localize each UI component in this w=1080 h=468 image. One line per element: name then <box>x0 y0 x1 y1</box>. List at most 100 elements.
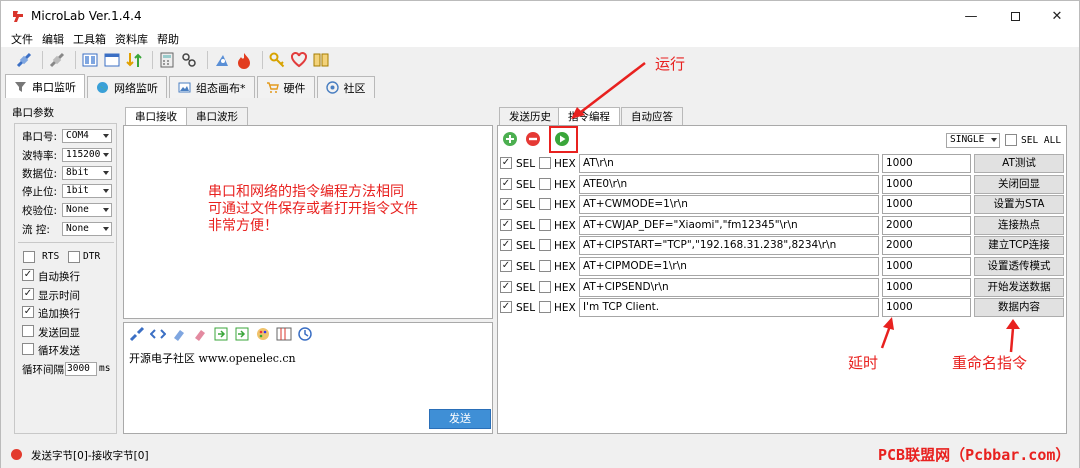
minimize-button[interactable]: — <box>949 1 993 31</box>
delay-input[interactable]: 1000 <box>882 175 971 194</box>
tab-network-monitor[interactable]: 网络监听 <box>87 76 167 98</box>
command-input[interactable]: ATE0\r\n <box>579 175 879 194</box>
sel-all-checkbox[interactable] <box>1005 134 1017 146</box>
echo-checkbox[interactable] <box>22 325 34 337</box>
columns-icon[interactable] <box>276 326 292 342</box>
sel-checkbox[interactable]: ✓ <box>500 301 512 313</box>
rts-checkbox[interactable] <box>23 251 35 263</box>
disconnect-icon[interactable] <box>48 51 66 69</box>
sel-checkbox[interactable]: ✓ <box>500 219 512 231</box>
delay-input[interactable]: 1000 <box>882 154 971 173</box>
delay-input[interactable]: 1000 <box>882 298 971 317</box>
command-name-button[interactable]: 数据内容 <box>974 298 1064 317</box>
command-input[interactable]: AT+CIPSTART="TCP","192.168.31.238",8234\… <box>579 236 879 255</box>
menu-file[interactable]: 文件 <box>11 31 33 47</box>
menu-library[interactable]: 资料库 <box>115 31 148 47</box>
command-input[interactable]: AT+CIPMODE=1\r\n <box>579 257 879 276</box>
chevron-down-icon <box>103 189 109 193</box>
parity-select[interactable]: None <box>62 203 112 217</box>
command-name-button[interactable]: 关闭回显 <box>974 175 1064 194</box>
tab-community[interactable]: 社区 <box>316 76 375 98</box>
menu-edit[interactable]: 编辑 <box>42 31 64 47</box>
tab-serial-receive[interactable]: 串口接收 <box>125 107 187 125</box>
hex-checkbox[interactable] <box>539 178 551 190</box>
hex-checkbox[interactable] <box>539 260 551 272</box>
connect-icon[interactable] <box>129 326 145 342</box>
calculator-icon[interactable] <box>158 51 176 69</box>
window-icon[interactable] <box>103 51 121 69</box>
sel-checkbox[interactable]: ✓ <box>500 178 512 190</box>
eraser-icon[interactable] <box>192 326 208 342</box>
delay-input[interactable]: 1000 <box>882 195 971 214</box>
clock-icon[interactable] <box>297 326 313 342</box>
databits-select[interactable]: 8bit <box>62 166 112 180</box>
loop-send-checkbox[interactable] <box>22 343 34 355</box>
command-name-button[interactable]: 设置透传模式 <box>974 257 1064 276</box>
tab-canvas[interactable]: 组态画布* <box>169 76 255 98</box>
dtr-checkbox[interactable] <box>68 251 80 263</box>
close-button[interactable]: ✕ <box>1035 1 1079 31</box>
sel-checkbox[interactable]: ✓ <box>500 281 512 293</box>
hex-checkbox[interactable] <box>539 301 551 313</box>
hex-checkbox[interactable] <box>539 198 551 210</box>
stopbits-select[interactable]: 1bit <box>62 184 112 198</box>
sel-checkbox[interactable]: ✓ <box>500 260 512 272</box>
maximize-button[interactable] <box>993 1 1037 31</box>
flame-icon[interactable] <box>235 51 253 69</box>
command-name-button[interactable]: 建立TCP连接 <box>974 236 1064 255</box>
connect-icon[interactable] <box>15 51 33 69</box>
send-text[interactable]: 开源电子社区 www.openelec.cn <box>129 350 296 366</box>
signal-icon[interactable] <box>180 51 198 69</box>
command-input[interactable]: I'm TCP Client. <box>579 298 879 317</box>
sel-checkbox[interactable]: ✓ <box>500 239 512 251</box>
show-time-checkbox[interactable]: ✓ <box>22 288 34 300</box>
tab-send-history[interactable]: 发送历史 <box>499 107 561 125</box>
interval-input[interactable]: 3000 <box>65 362 97 376</box>
export-icon[interactable] <box>234 326 250 342</box>
command-name-button[interactable]: 开始发送数据 <box>974 278 1064 297</box>
sel-checkbox[interactable]: ✓ <box>500 198 512 210</box>
baud-select[interactable]: 115200 <box>62 148 112 162</box>
command-name-button[interactable]: 设置为STA <box>974 195 1064 214</box>
command-input[interactable]: AT+CIPSEND\r\n <box>579 278 879 297</box>
hex-checkbox[interactable] <box>539 219 551 231</box>
command-input[interactable]: AT+CWMODE=1\r\n <box>579 195 879 214</box>
run-icon[interactable] <box>554 131 570 147</box>
remove-icon[interactable] <box>525 131 541 147</box>
import-icon[interactable] <box>213 326 229 342</box>
append-newline-checkbox[interactable]: ✓ <box>22 306 34 318</box>
tab-hardware[interactable]: 硬件 <box>256 76 315 98</box>
sel-checkbox[interactable]: ✓ <box>500 157 512 169</box>
tab-serial-monitor[interactable]: 串口监听 <box>5 74 85 98</box>
tab-serial-waveform[interactable]: 串口波形 <box>186 107 248 125</box>
add-icon[interactable] <box>502 131 518 147</box>
mode-select[interactable]: SINGLE <box>946 133 1000 148</box>
hex-checkbox[interactable] <box>539 281 551 293</box>
delay-input[interactable]: 2000 <box>882 216 971 235</box>
code-icon[interactable] <box>150 326 166 342</box>
erase-icon[interactable] <box>171 326 187 342</box>
command-name-button[interactable]: AT测试 <box>974 154 1064 173</box>
key-icon[interactable] <box>268 51 286 69</box>
tool-icon[interactable] <box>213 51 231 69</box>
flow-select[interactable]: None <box>62 222 112 236</box>
delay-input[interactable]: 1000 <box>882 257 971 276</box>
send-button[interactable]: 发送 <box>429 409 491 429</box>
delay-input[interactable]: 2000 <box>882 236 971 255</box>
command-input[interactable]: AT+CWJAP_DEF="Xiaomi","fm12345"\r\n <box>579 216 879 235</box>
port-select[interactable]: COM4 <box>62 129 112 143</box>
delay-input[interactable]: 1000 <box>882 278 971 297</box>
book-icon[interactable] <box>312 51 330 69</box>
layout-icon[interactable] <box>81 51 99 69</box>
palette-icon[interactable] <box>255 326 271 342</box>
hex-checkbox[interactable] <box>539 157 551 169</box>
menu-help[interactable]: 帮助 <box>157 31 179 47</box>
auto-wrap-checkbox[interactable]: ✓ <box>22 269 34 281</box>
show-time-label: 显示时间 <box>38 290 80 302</box>
hex-checkbox[interactable] <box>539 239 551 251</box>
sort-icon[interactable] <box>125 51 143 69</box>
menu-toolbox[interactable]: 工具箱 <box>73 31 106 47</box>
heart-icon[interactable] <box>290 51 308 69</box>
command-name-button[interactable]: 连接热点 <box>974 216 1064 235</box>
command-input[interactable]: AT\r\n <box>579 154 879 173</box>
